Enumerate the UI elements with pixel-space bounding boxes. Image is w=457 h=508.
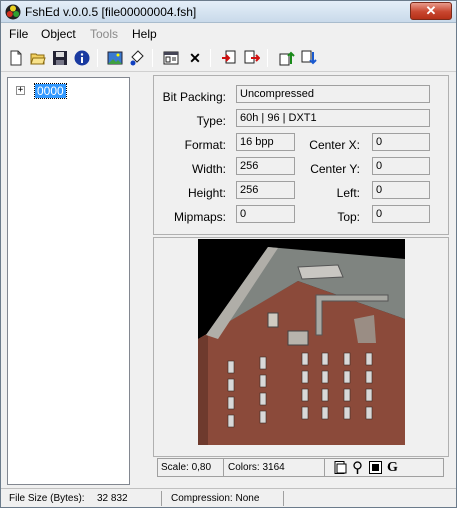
menu-bar: File Object Tools Help — [1, 24, 456, 43]
menu-file[interactable]: File — [9, 27, 28, 41]
info-button[interactable] — [72, 48, 92, 68]
save-disk-icon — [53, 51, 67, 65]
properties-panel: Bit Packing: Uncompressed Type: 60h | 96… — [153, 75, 449, 235]
file-size-value: 32 832 — [97, 493, 128, 504]
info-icon — [74, 50, 90, 66]
height-label: Height: — [187, 186, 226, 200]
image-preview-panel — [153, 237, 449, 457]
title-bar[interactable]: FshEd v.0.0.5 [file00000004.fsh] ✕ — [1, 1, 456, 23]
status-bar: File Size (Bytes): 32 832 Compression: N… — [1, 488, 456, 507]
panel-splitter[interactable] — [139, 73, 149, 485]
open-folder-icon — [30, 53, 46, 65]
menu-object[interactable]: Object — [41, 27, 76, 41]
bit-packing-field[interactable]: Uncompressed — [236, 85, 430, 103]
open-button[interactable] — [28, 48, 48, 68]
app-icon — [5, 4, 21, 20]
page-icon[interactable] — [334, 461, 347, 474]
format-field[interactable]: 16 bpp — [236, 133, 295, 151]
g-icon[interactable]: G — [387, 461, 400, 475]
properties-icon — [163, 51, 179, 65]
left-field[interactable]: 0 — [372, 181, 430, 199]
width-label: Width: — [191, 162, 226, 176]
format-label: Format: — [184, 138, 226, 152]
status-divider — [161, 491, 162, 506]
center-y-field[interactable]: 0 — [372, 157, 430, 175]
top-label: Top: — [337, 210, 360, 224]
delete-button[interactable]: ✕ — [185, 48, 205, 68]
menu-help[interactable]: Help — [132, 27, 157, 41]
center-y-label: Center Y: — [310, 162, 360, 176]
export-icon — [244, 50, 260, 64]
file-size-label: File Size (Bytes): — [9, 493, 85, 504]
properties-button[interactable] — [161, 48, 181, 68]
import-button[interactable] — [219, 48, 239, 68]
mipmaps-field[interactable]: 0 — [236, 205, 295, 223]
preview-status-bar: Scale: 0,80 Colors: 3164 G — [157, 458, 444, 477]
status-divider — [283, 491, 284, 506]
move-down-button[interactable] — [299, 48, 319, 68]
toolbar-separator — [97, 49, 98, 67]
texture-preview-image[interactable] — [198, 239, 405, 445]
center-x-label: Center X: — [309, 138, 360, 152]
export-button[interactable] — [242, 48, 262, 68]
app-window: FshEd v.0.0.5 [file00000004.fsh] ✕ File … — [0, 0, 457, 508]
image-icon — [107, 51, 123, 65]
type-field[interactable]: 60h | 96 | DXT1 — [236, 109, 430, 127]
frame-icon[interactable] — [369, 461, 382, 474]
move-up-button[interactable] — [277, 48, 297, 68]
menu-tools[interactable]: Tools — [90, 27, 118, 41]
scale-text: Scale: 0,80 — [158, 459, 224, 476]
new-file-button[interactable] — [6, 48, 26, 68]
bit-packing-label: Bit Packing: — [162, 90, 226, 104]
tree-expander[interactable]: + — [16, 86, 25, 95]
image-button[interactable] — [105, 48, 125, 68]
width-field[interactable]: 256 — [236, 157, 295, 175]
compression-text: Compression: None — [171, 493, 260, 504]
paint-icon — [130, 50, 144, 66]
window-title: FshEd v.0.0.5 [file00000004.fsh] — [25, 5, 197, 19]
move-up-icon — [279, 51, 295, 66]
magnifier-icon[interactable] — [351, 461, 364, 474]
toolbar-separator — [152, 49, 153, 67]
close-button[interactable]: ✕ — [410, 2, 452, 20]
delete-icon: ✕ — [189, 49, 201, 66]
move-down-icon — [301, 50, 317, 65]
mipmaps-label: Mipmaps: — [173, 210, 226, 224]
center-x-field[interactable]: 0 — [372, 133, 430, 151]
save-button[interactable] — [50, 48, 70, 68]
import-icon — [222, 50, 236, 64]
close-icon: ✕ — [425, 3, 437, 18]
toolbar: ✕ — [1, 44, 456, 72]
height-field[interactable]: 256 — [236, 181, 295, 199]
top-field[interactable]: 0 — [372, 205, 430, 223]
type-label: Type: — [196, 114, 226, 128]
toolbar-separator — [210, 49, 211, 67]
paint-button[interactable] — [127, 48, 147, 68]
colors-text: Colors: 3164 — [225, 459, 325, 476]
tree-node-0000[interactable]: 0000 — [34, 83, 67, 99]
toolbar-separator — [267, 49, 268, 67]
new-file-icon — [10, 50, 22, 66]
left-label: Left: — [336, 186, 360, 200]
tree-view[interactable]: + 0000 — [7, 77, 130, 485]
